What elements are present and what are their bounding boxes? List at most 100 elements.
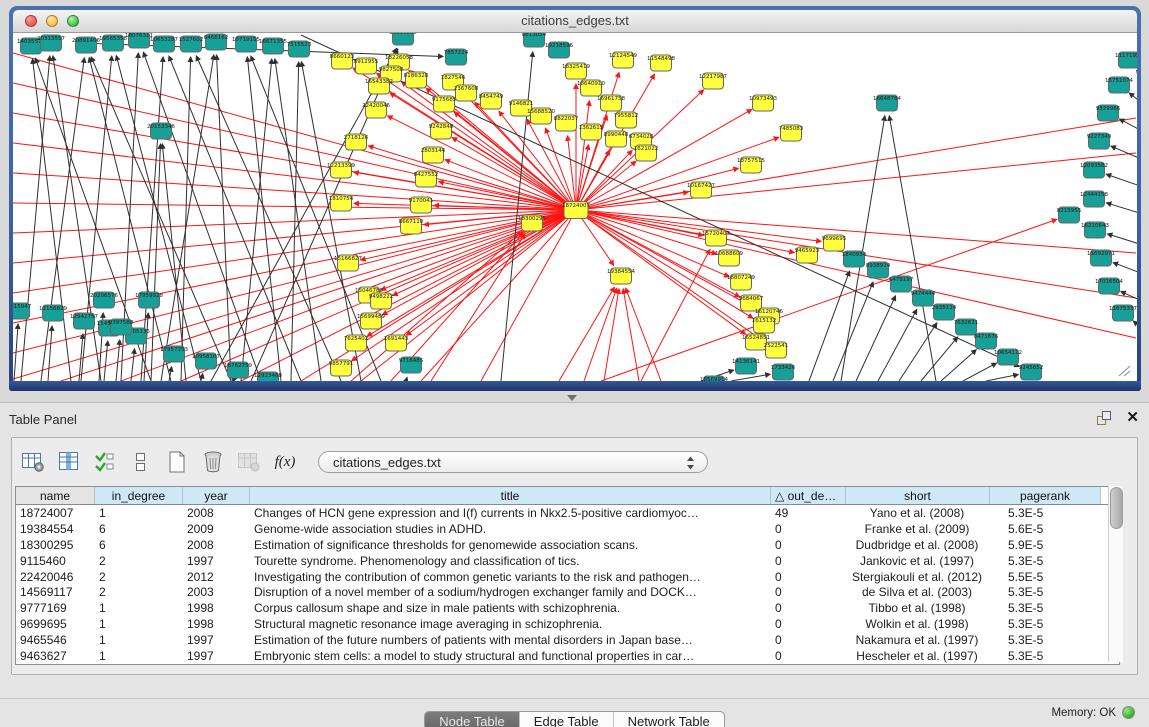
graph-node[interactable]: 1733426 bbox=[771, 364, 796, 380]
graph-node[interactable]: 16210643 bbox=[1081, 222, 1109, 238]
delete-table-icon[interactable] bbox=[200, 449, 226, 475]
graph-node[interactable]: 12156829 bbox=[39, 305, 67, 321]
close-panel-icon[interactable]: ✕ bbox=[1126, 410, 1139, 426]
table-row[interactable]: 969969511998Structural magnetic resonanc… bbox=[16, 616, 1119, 632]
function-builder-icon[interactable]: f(x) bbox=[272, 449, 298, 475]
graph-node[interactable]: 19565358 bbox=[99, 35, 127, 51]
network-canvas[interactable]: 1830029519384554866012389129551822605898… bbox=[13, 33, 1137, 381]
row-select-icon[interactable] bbox=[92, 449, 118, 475]
graph-node[interactable]: 2803144 bbox=[421, 147, 446, 163]
graph-node[interactable]: 9716485 bbox=[399, 357, 424, 373]
graph-node[interactable]: 15720407 bbox=[702, 230, 730, 246]
graph-node[interactable]: 11171952 bbox=[1115, 52, 1137, 68]
graph-node[interactable]: 17016504 bbox=[1095, 278, 1123, 294]
graph-node[interactable]: 16961758 bbox=[597, 95, 625, 111]
graph-node[interactable]: 18807249 bbox=[727, 274, 755, 290]
column-header-name[interactable]: name bbox=[16, 487, 95, 504]
graph-node[interactable]: 1810754 bbox=[329, 195, 354, 211]
column-select-icon[interactable] bbox=[56, 449, 82, 475]
graph-node[interactable]: 2367608 bbox=[454, 85, 479, 101]
graph-node[interactable]: 9465923 bbox=[795, 247, 820, 263]
graph-node[interactable]: 20891406 bbox=[72, 37, 100, 53]
graph-node[interactable]: 15688520 bbox=[527, 108, 555, 124]
graph-node[interactable]: 9170041 bbox=[409, 197, 434, 213]
graph-node[interactable]: 12217987 bbox=[699, 73, 727, 89]
table-row[interactable]: 2242004622012Investigating the contribut… bbox=[16, 569, 1119, 585]
graph-node[interactable]: 1691443 bbox=[384, 335, 409, 351]
graph-node[interactable]: 18757515 bbox=[737, 157, 765, 173]
graph-node[interactable]: 7632621 bbox=[954, 319, 979, 335]
graph-node[interactable]: 8822037 bbox=[554, 115, 579, 131]
graph-node[interactable]: 22420046 bbox=[362, 102, 390, 118]
graph-node[interactable]: 8427552 bbox=[414, 171, 439, 187]
graph-node[interactable]: 7955812 bbox=[614, 112, 639, 128]
table-row[interactable]: 1830029562008Estimation of significance … bbox=[16, 537, 1119, 553]
graph-node[interactable]: 9857791 bbox=[329, 360, 354, 376]
graph-node[interactable]: 9245652 bbox=[1019, 364, 1044, 380]
graph-node[interactable]: 8186328 bbox=[404, 72, 429, 88]
graph-node[interactable]: 1362615 bbox=[579, 124, 604, 140]
table-row[interactable]: 1872400712008Changes of HCN gene express… bbox=[16, 505, 1119, 521]
column-header-in_degree[interactable]: in_degree bbox=[95, 487, 183, 504]
column-header-title[interactable]: title bbox=[250, 487, 771, 504]
graph-node[interactable]: 19218596 bbox=[545, 42, 573, 58]
table-row[interactable]: 1456911722003Disruption of a novel membe… bbox=[16, 584, 1119, 600]
graph-node[interactable]: 8813054 bbox=[522, 33, 547, 47]
graph-node[interactable]: 7515523 bbox=[287, 41, 312, 57]
new-table-icon[interactable] bbox=[164, 449, 190, 475]
graph-node[interactable]: 9227349 bbox=[1087, 133, 1112, 149]
graph-node[interactable]: 18724007 bbox=[562, 202, 590, 219]
canvas-resize-handle[interactable] bbox=[1117, 365, 1131, 377]
table-scrollbar[interactable] bbox=[1108, 486, 1123, 662]
graph-node[interactable]: 8990448 bbox=[604, 131, 629, 147]
graph-node[interactable]: 7857224 bbox=[444, 49, 469, 65]
network-svg[interactable]: 1830029519384554866012389129551822605898… bbox=[13, 33, 1137, 381]
graph-node[interactable]: 18325419 bbox=[562, 63, 590, 79]
graph-node[interactable]: 16033809 bbox=[389, 33, 417, 45]
graph-node[interactable]: 2522541 bbox=[764, 342, 789, 358]
graph-node[interactable]: 10719155 bbox=[232, 36, 260, 52]
graph-node[interactable]: 11548498 bbox=[647, 55, 675, 71]
graph-node[interactable]: 17957253 bbox=[160, 346, 188, 362]
graph-node[interactable]: 12213399 bbox=[327, 162, 355, 178]
graph-node[interactable]: 11675337 bbox=[1109, 305, 1137, 321]
graph-node[interactable]: 8667110 bbox=[399, 218, 424, 234]
table-settings-icon[interactable] bbox=[20, 449, 46, 475]
graph-node[interactable]: 1615132 bbox=[752, 317, 777, 333]
graph-node[interactable]: 10653287 bbox=[150, 36, 178, 52]
table-select-dropdown[interactable]: citations_edges.txt bbox=[318, 451, 708, 473]
graph-node[interactable]: 10688609 bbox=[715, 250, 743, 266]
graph-node[interactable]: 9175685 bbox=[432, 96, 457, 112]
graph-node[interactable]: 18640910 bbox=[577, 80, 605, 96]
graph-node[interactable]: 9498222 bbox=[369, 293, 394, 309]
graph-node[interactable]: 1840934 bbox=[842, 251, 867, 267]
table-row[interactable]: 946362711997Embryonic stem cells: a mode… bbox=[16, 648, 1119, 664]
graph-node[interactable]: 7485083 bbox=[779, 125, 804, 141]
graph-node[interactable]: 12923468 bbox=[254, 372, 282, 381]
graph-node[interactable]: 2935114 bbox=[932, 304, 957, 320]
graph-node[interactable]: 8660123 bbox=[330, 53, 355, 69]
graph-node[interactable]: 14136141 bbox=[732, 358, 760, 374]
graph-node[interactable]: 9242848 bbox=[429, 123, 454, 139]
graph-node[interactable]: 10167427 bbox=[687, 182, 715, 198]
scrollbar-thumb[interactable] bbox=[1110, 487, 1123, 529]
graph-node[interactable]: 6466162 bbox=[204, 34, 229, 50]
graph-node[interactable]: 20313557 bbox=[37, 35, 65, 51]
graph-node[interactable]: 8215955 bbox=[1057, 207, 1082, 223]
graph-node[interactable]: 10973493 bbox=[749, 95, 777, 111]
graph-node[interactable]: 3315947 bbox=[13, 303, 32, 319]
graph-node[interactable]: 18569914 bbox=[700, 376, 728, 381]
column-header-short[interactable]: short bbox=[846, 487, 990, 504]
graph-node[interactable]: 16671355 bbox=[259, 38, 287, 54]
float-panel-icon[interactable] bbox=[1096, 410, 1112, 426]
graph-node[interactable]: 16782759 bbox=[224, 362, 252, 378]
graph-node[interactable]: 9699695 bbox=[822, 235, 847, 251]
graph-node[interactable]: 15751074 bbox=[1105, 77, 1133, 93]
graph-node[interactable]: 12093582 bbox=[1080, 162, 1108, 178]
graph-node[interactable]: 20153346 bbox=[147, 123, 175, 139]
graph-node[interactable]: 9329966 bbox=[1096, 105, 1121, 121]
graph-node[interactable]: 9397588 bbox=[109, 319, 134, 335]
table-row[interactable]: 946554611997Estimation of the future num… bbox=[16, 632, 1119, 648]
graph-node[interactable]: 9474444 bbox=[911, 290, 936, 306]
graph-node[interactable]: 8471676 bbox=[974, 333, 999, 349]
